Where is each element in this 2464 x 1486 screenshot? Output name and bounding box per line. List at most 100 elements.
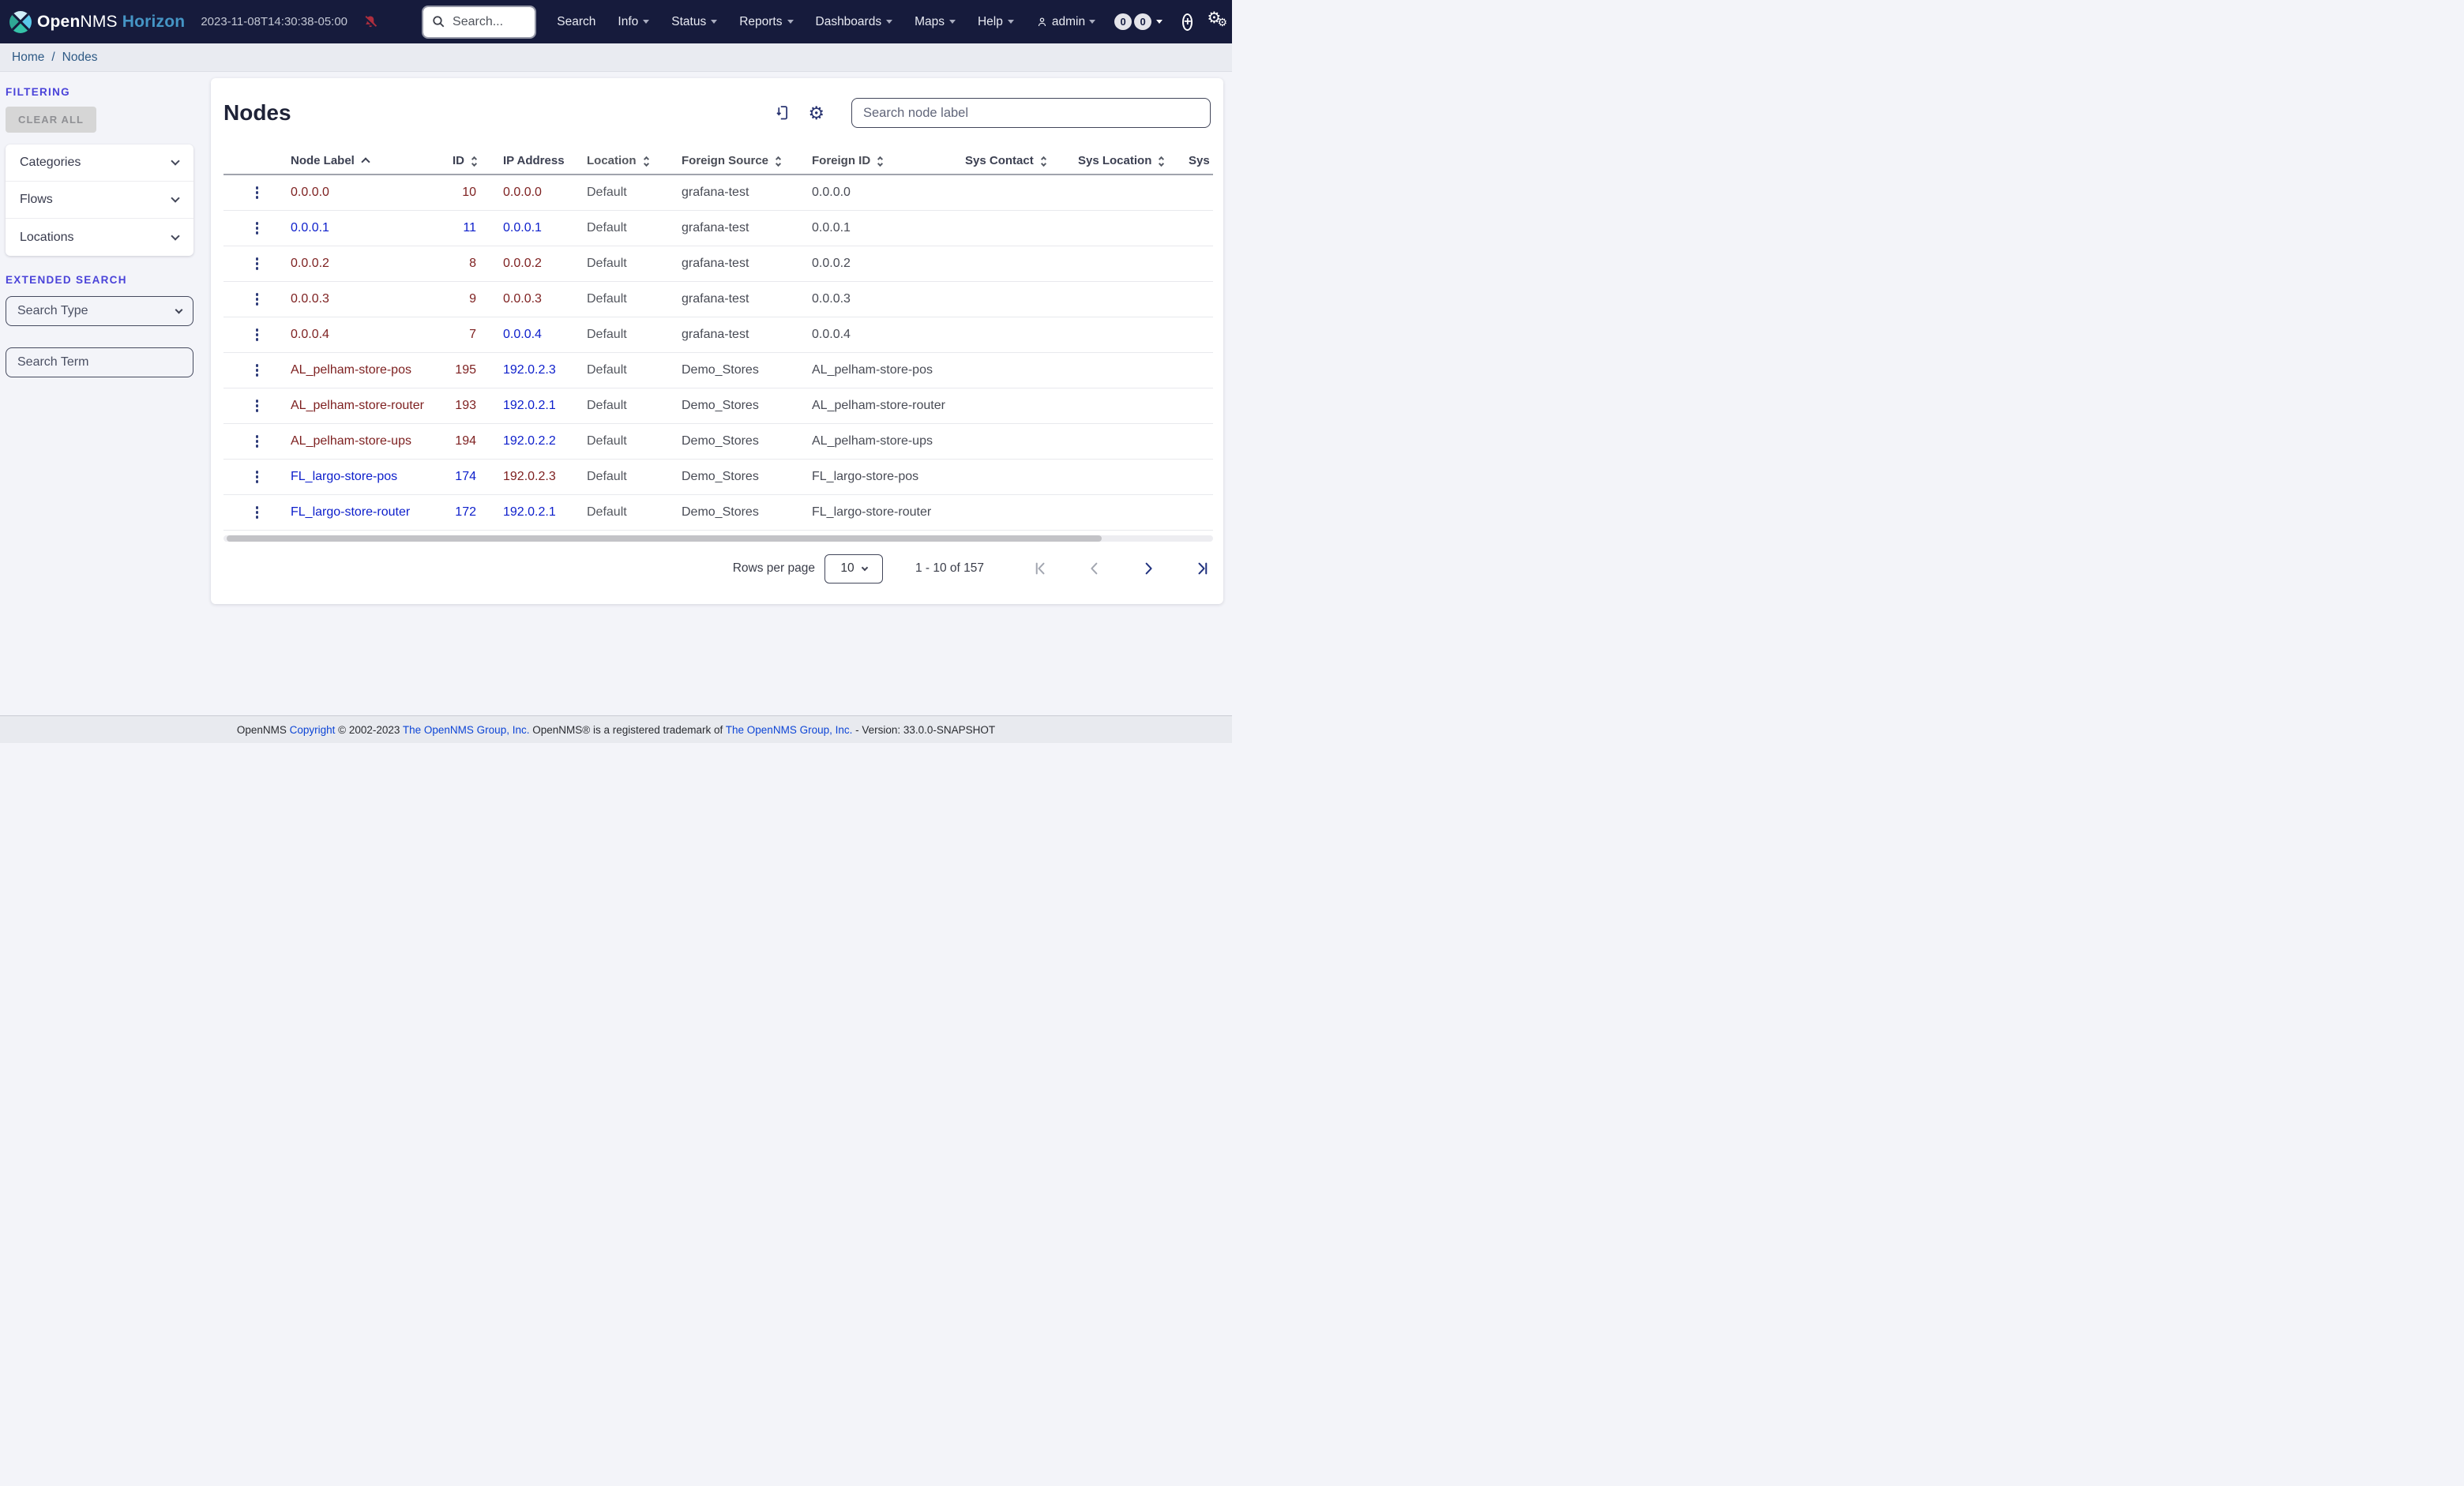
kebab-menu-icon[interactable] bbox=[253, 219, 262, 238]
rows-per-page-select[interactable]: 10 bbox=[824, 553, 883, 584]
ip-address-link[interactable]: 0.0.0.3 bbox=[480, 292, 587, 306]
scrollbar-thumb[interactable] bbox=[227, 535, 1102, 542]
sort-icon bbox=[1159, 156, 1165, 167]
search-type-select[interactable]: Search Type bbox=[6, 296, 193, 326]
node-label-link[interactable]: FL_largo-store-router bbox=[291, 505, 441, 520]
column-header-sys-d[interactable]: Sys D bbox=[1189, 154, 1213, 167]
node-id-link[interactable]: 195 bbox=[441, 363, 480, 377]
user-menu[interactable]: admin bbox=[1036, 14, 1096, 29]
ip-address-link[interactable]: 0.0.0.2 bbox=[480, 257, 587, 271]
kebab-menu-icon[interactable] bbox=[253, 183, 262, 202]
foreign-source-cell: Demo_Stores bbox=[682, 399, 759, 412]
node-label-link[interactable]: AL_pelham-store-router bbox=[291, 399, 441, 413]
footer-link[interactable]: Copyright bbox=[290, 724, 336, 736]
quick-add-button[interactable]: + bbox=[1182, 13, 1193, 31]
kebab-menu-icon[interactable] bbox=[253, 290, 262, 309]
chevron-down-icon bbox=[643, 20, 650, 24]
location-cell: Default bbox=[587, 221, 627, 235]
breadcrumb: Home / Nodes bbox=[0, 43, 1232, 72]
notification-count-badge-2[interactable]: 0 bbox=[1134, 13, 1152, 30]
node-id-link[interactable]: 8 bbox=[441, 257, 480, 271]
kebab-menu-icon[interactable] bbox=[253, 503, 262, 522]
brand[interactable]: OpenNMS Horizon bbox=[9, 10, 185, 33]
node-id-link[interactable]: 9 bbox=[441, 292, 480, 306]
ip-address-link[interactable]: 0.0.0.0 bbox=[480, 186, 587, 200]
node-id-link[interactable]: 172 bbox=[441, 505, 480, 520]
node-label-link[interactable]: 0.0.0.1 bbox=[291, 221, 441, 235]
row-actions-cell bbox=[223, 325, 291, 344]
accordion-locations[interactable]: Locations bbox=[6, 219, 193, 256]
kebab-menu-icon[interactable] bbox=[253, 467, 262, 486]
footer-link[interactable]: The OpenNMS Group, Inc. bbox=[726, 724, 853, 736]
column-header-ip-address[interactable]: IP Address bbox=[480, 154, 587, 167]
nav-item-reports[interactable]: Reports bbox=[739, 15, 794, 29]
row-actions-cell bbox=[223, 290, 291, 309]
node-label-link[interactable]: AL_pelham-store-ups bbox=[291, 434, 441, 448]
node-id-link[interactable]: 11 bbox=[441, 221, 480, 235]
node-label-link[interactable]: 0.0.0.2 bbox=[291, 257, 441, 271]
accordion-categories[interactable]: Categories bbox=[6, 144, 193, 182]
column-header-location[interactable]: Location bbox=[587, 154, 682, 167]
accordion-flows[interactable]: Flows bbox=[6, 182, 193, 219]
node-id-link[interactable]: 10 bbox=[441, 186, 480, 200]
next-page-button[interactable] bbox=[1140, 561, 1156, 576]
nav-item-info[interactable]: Info bbox=[618, 15, 650, 29]
footer-segment: © 2002-2023 bbox=[335, 723, 403, 736]
clear-all-button[interactable]: CLEAR ALL bbox=[6, 107, 96, 133]
node-label-link[interactable]: 0.0.0.3 bbox=[291, 292, 441, 306]
column-header-foreign-id[interactable]: Foreign ID bbox=[812, 154, 965, 167]
node-label-search-input[interactable] bbox=[851, 98, 1211, 128]
table-settings-gear-icon[interactable]: ⚙ bbox=[808, 103, 824, 122]
footer-link[interactable]: The OpenNMS Group, Inc. bbox=[403, 724, 530, 736]
accordion-label: Categories bbox=[20, 156, 81, 169]
kebab-menu-icon[interactable] bbox=[253, 361, 262, 380]
node-id-link[interactable]: 193 bbox=[441, 399, 480, 413]
ip-address-link[interactable]: 192.0.2.1 bbox=[480, 505, 587, 520]
ip-address-link[interactable]: 192.0.2.3 bbox=[480, 363, 587, 377]
nodes-table: Node Label ID IP Address Location Foreign So… bbox=[223, 147, 1213, 531]
nav-item-maps[interactable]: Maps bbox=[915, 15, 956, 29]
column-header-id[interactable]: ID bbox=[441, 154, 480, 167]
ip-address-link[interactable]: 0.0.0.1 bbox=[480, 221, 587, 235]
page-title: Nodes bbox=[223, 100, 291, 125]
node-label-link[interactable]: AL_pelham-store-pos bbox=[291, 363, 441, 377]
node-id-link[interactable]: 174 bbox=[441, 470, 480, 484]
table-row: AL_pelham-store-ups 194 192.0.2.2 Default De… bbox=[223, 424, 1213, 460]
node-id-link[interactable]: 194 bbox=[441, 434, 480, 448]
notification-badges[interactable]: 00 bbox=[1114, 13, 1163, 30]
search-term-input[interactable] bbox=[6, 347, 193, 377]
nav-item-status[interactable]: Status bbox=[671, 15, 718, 29]
ip-address-link[interactable]: 192.0.2.2 bbox=[480, 434, 587, 448]
export-download-icon[interactable] bbox=[774, 104, 791, 122]
kebab-menu-icon[interactable] bbox=[253, 325, 262, 344]
breadcrumb-home-link[interactable]: Home bbox=[12, 51, 44, 65]
location-cell: Default bbox=[587, 257, 627, 270]
column-header-node-label[interactable]: Node Label bbox=[291, 154, 441, 167]
column-header-sys-location[interactable]: Sys Location bbox=[1078, 154, 1189, 167]
nav-item-help[interactable]: Help bbox=[978, 15, 1014, 29]
column-header-foreign-source[interactable]: Foreign Source bbox=[682, 154, 812, 167]
kebab-menu-icon[interactable] bbox=[253, 254, 262, 273]
ip-address-link[interactable]: 192.0.2.1 bbox=[480, 399, 587, 413]
admin-gears-icon[interactable]: ⚙ ⚙ bbox=[1207, 9, 1227, 34]
node-id-link[interactable]: 7 bbox=[441, 328, 480, 342]
ip-address-link[interactable]: 192.0.2.3 bbox=[480, 470, 587, 484]
column-label: Foreign ID bbox=[812, 153, 871, 167]
kebab-menu-icon[interactable] bbox=[253, 432, 262, 451]
ip-address-link[interactable]: 0.0.0.4 bbox=[480, 328, 587, 342]
nav-item-search[interactable]: Search bbox=[557, 15, 595, 29]
column-header-sys-contact[interactable]: Sys Contact bbox=[965, 154, 1078, 167]
nav-item-dashboards[interactable]: Dashboards bbox=[816, 15, 893, 29]
notification-count-badge-1[interactable]: 0 bbox=[1114, 13, 1132, 30]
node-label-link[interactable]: FL_largo-store-pos bbox=[291, 470, 441, 484]
global-search-input[interactable] bbox=[453, 14, 527, 29]
column-label: Sys D bbox=[1189, 153, 1213, 167]
notifications-off-bell-icon[interactable] bbox=[362, 14, 378, 30]
horizontal-scrollbar[interactable] bbox=[223, 535, 1213, 542]
user-label: admin bbox=[1051, 14, 1086, 28]
node-label-link[interactable]: 0.0.0.4 bbox=[291, 328, 441, 342]
node-label-link[interactable]: 0.0.0.0 bbox=[291, 186, 441, 200]
kebab-menu-icon[interactable] bbox=[253, 396, 262, 415]
last-page-button[interactable] bbox=[1194, 561, 1210, 576]
row-actions-cell bbox=[223, 361, 291, 380]
